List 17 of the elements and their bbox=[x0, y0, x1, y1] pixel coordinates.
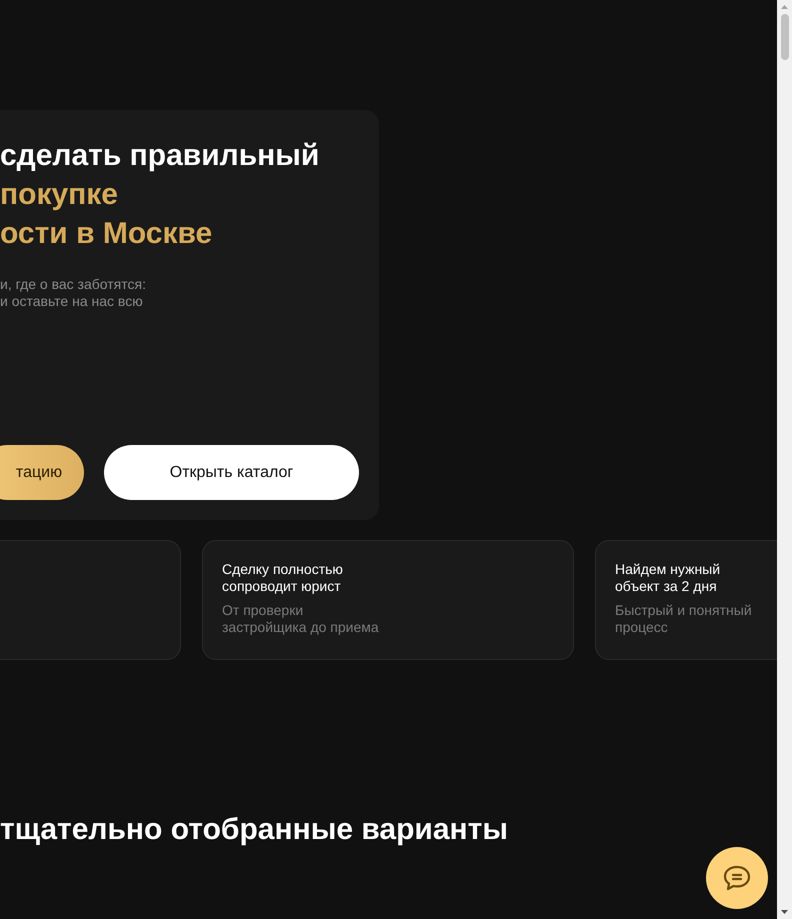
feature-title: Найдем нужный объект за 2 дня bbox=[615, 561, 722, 595]
scrollbar-thumb[interactable] bbox=[780, 14, 788, 60]
feature-description: Быстрый и понятный процесс bbox=[615, 602, 753, 636]
hero-title-line: ости в Москве bbox=[0, 216, 212, 252]
hero-title-line: сделать правильный bbox=[0, 138, 320, 174]
feature-description: От проверки застройщика до приема bbox=[222, 602, 380, 636]
section-heading: тщательно отобранные варианты bbox=[0, 812, 509, 848]
hero-title-line: покупке bbox=[0, 177, 118, 213]
hero-subtitle-line: и, где о вас заботятся: bbox=[0, 276, 146, 293]
feature-title: Сделку полностью сопроводит юрист bbox=[222, 561, 344, 595]
chat-icon bbox=[722, 864, 752, 892]
catalog-button[interactable]: Открыть каталог bbox=[104, 445, 359, 500]
hero-subtitle-line: и оставьте на нас всю bbox=[0, 293, 143, 310]
consultation-button[interactable]: тацию bbox=[0, 445, 84, 500]
scroll-down-icon bbox=[781, 910, 788, 914]
scrollbar[interactable] bbox=[777, 0, 792, 919]
scroll-up-icon bbox=[781, 5, 788, 9]
